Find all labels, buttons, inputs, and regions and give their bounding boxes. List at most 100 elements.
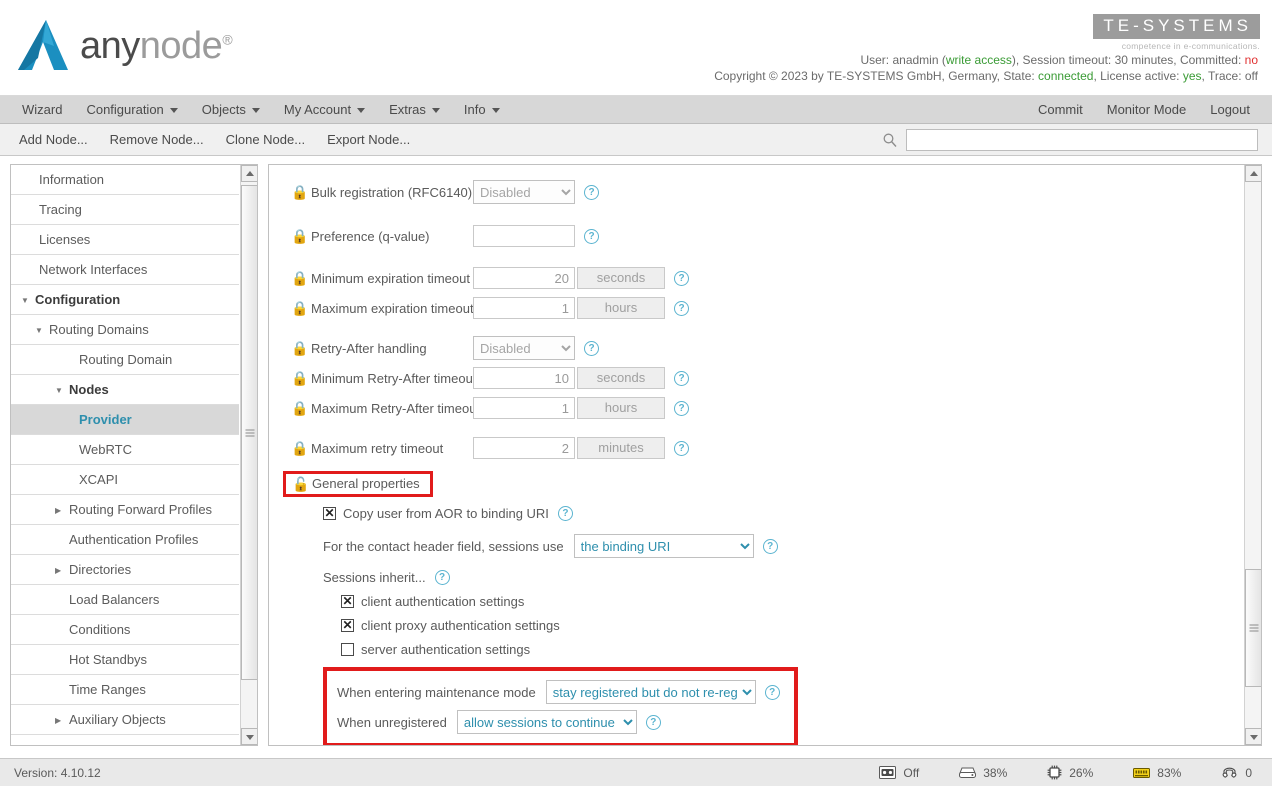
export-node-button[interactable]: Export Node... (316, 129, 421, 150)
sidebar-item-network-interfaces[interactable]: Network Interfaces (11, 255, 239, 285)
inherit-client-proxy-auth-checkbox[interactable] (341, 619, 354, 632)
inherit-client-auth-checkbox[interactable] (341, 595, 354, 608)
maximum-retry-after-input[interactable] (473, 397, 575, 419)
chevron-right-icon[interactable] (55, 497, 69, 525)
sidebar-scroll-down-button[interactable] (241, 728, 258, 745)
chevron-right-icon[interactable] (55, 557, 69, 585)
status-calls[interactable]: 0 (1201, 759, 1272, 786)
inherit-server-auth-checkbox[interactable] (341, 643, 354, 656)
arrow-up-icon (246, 171, 254, 176)
preference-input[interactable] (473, 225, 575, 247)
sidebar-item-xcapi[interactable]: XCAPI (11, 465, 239, 495)
sidebar-item-routing-domain[interactable]: Routing Domain (11, 345, 239, 375)
menu-item-commit[interactable]: Commit (1026, 98, 1095, 121)
help-icon[interactable]: ? (674, 271, 689, 286)
sidebar-scrollbar[interactable] (240, 165, 257, 745)
help-icon[interactable]: ? (584, 341, 599, 356)
sidebar-item-label: Routing Forward Profiles (69, 502, 212, 517)
sidebar-item-label: XCAPI (79, 472, 118, 487)
chevron-down-icon[interactable] (21, 287, 35, 315)
sidebar-item-directories[interactable]: Directories (11, 555, 239, 585)
help-icon[interactable]: ? (435, 570, 450, 585)
help-icon[interactable]: ? (584, 185, 599, 200)
help-icon[interactable]: ? (646, 715, 661, 730)
help-icon[interactable]: ? (765, 685, 780, 700)
sidebar-scroll-thumb[interactable] (241, 185, 258, 680)
chevron-down-icon[interactable] (55, 377, 69, 405)
sidebar-item-routing-forward-profiles[interactable]: Routing Forward Profiles (11, 495, 239, 525)
menu-item-wizard[interactable]: Wizard (10, 98, 74, 121)
add-node-button[interactable]: Add Node... (8, 129, 99, 150)
provider-settings-form: 🔒 Bulk registration (RFC6140) Disabled ?… (269, 165, 1241, 746)
spacer (291, 253, 1241, 263)
spacer (291, 323, 1241, 333)
retry-after-handling-select[interactable]: Disabled (473, 336, 575, 360)
anynode-logo[interactable]: anynode® (16, 16, 232, 76)
license-status: yes (1183, 69, 1202, 83)
sidebar-item-routing-domains[interactable]: Routing Domains (11, 315, 239, 345)
menu-item-objects[interactable]: Objects (190, 98, 272, 121)
sidebar-item-auxiliary-objects[interactable]: Auxiliary Objects (11, 705, 239, 735)
inherit-client-auth-label: client authentication settings (361, 594, 524, 609)
help-icon[interactable]: ? (674, 371, 689, 386)
field-contact-header: For the contact header field, sessions u… (291, 531, 1241, 561)
sessions-inherit-label: Sessions inherit... (323, 570, 426, 585)
sidebar-item-configuration[interactable]: Configuration (11, 285, 239, 315)
help-icon[interactable]: ? (558, 506, 573, 521)
field-minimum-retry-after-timeout: 🔒 Minimum Retry-After timeout seconds ? (291, 363, 1241, 393)
disk-value: 38% (983, 766, 1007, 780)
help-icon[interactable]: ? (674, 401, 689, 416)
when-unregistered-select[interactable]: allow sessions to continue (457, 710, 637, 734)
menu-item-logout[interactable]: Logout (1198, 98, 1262, 121)
sidebar-item-authentication-profiles[interactable]: Authentication Profiles (11, 525, 239, 555)
search-input[interactable] (906, 129, 1258, 151)
copy-user-checkbox[interactable] (323, 507, 336, 520)
field-label-wrap: 🔒 Retry-After handling (291, 341, 473, 356)
sidebar-item-hot-standbys[interactable]: Hot Standbys (11, 645, 239, 675)
menu-item-info[interactable]: Info (452, 98, 512, 121)
committed-status: no (1245, 53, 1258, 67)
maximum-expiration-input[interactable] (473, 297, 575, 319)
minimum-expiration-input[interactable] (473, 267, 575, 289)
help-icon[interactable]: ? (674, 301, 689, 316)
sidebar-scroll-up-button[interactable] (241, 165, 258, 182)
sidebar-item-load-balancers[interactable]: Load Balancers (11, 585, 239, 615)
content-scrollbar[interactable] (1244, 165, 1261, 745)
status-recording[interactable]: Off (859, 759, 939, 786)
menu-item-monitor-mode[interactable]: Monitor Mode (1095, 98, 1198, 121)
maintenance-mode-select[interactable]: stay registered but do not re-reg... (546, 680, 756, 704)
sidebar-item-nodes[interactable]: Nodes (11, 375, 239, 405)
field-minimum-expiration-timeout: 🔒 Minimum expiration timeout seconds ? (291, 263, 1241, 293)
help-icon[interactable]: ? (674, 441, 689, 456)
remove-node-button[interactable]: Remove Node... (99, 129, 215, 150)
chevron-down-icon[interactable] (35, 317, 49, 345)
chevron-right-icon[interactable] (55, 707, 69, 735)
help-icon[interactable]: ? (584, 229, 599, 244)
sidebar-item-time-ranges[interactable]: Time Ranges (11, 675, 239, 705)
sidebar-item-webrtc[interactable]: WebRTC (11, 435, 239, 465)
status-cpu[interactable]: 26% (1027, 759, 1113, 786)
search-icon[interactable] (882, 132, 898, 148)
contact-header-select[interactable]: the binding URI (574, 534, 754, 558)
general-properties-highlight[interactable]: 🔓 General properties (283, 471, 433, 497)
status-disk[interactable]: 38% (939, 759, 1027, 786)
clone-node-button[interactable]: Clone Node... (215, 129, 317, 150)
content-scroll-down-button[interactable] (1245, 728, 1262, 745)
status-memory[interactable]: 83% (1113, 759, 1201, 786)
search-area (882, 129, 1264, 151)
help-icon[interactable]: ? (763, 539, 778, 554)
minimum-retry-after-input[interactable] (473, 367, 575, 389)
menu-item-my-account[interactable]: My Account (272, 98, 377, 121)
menu-item-extras[interactable]: Extras (377, 98, 452, 121)
menu-item-configuration[interactable]: Configuration (74, 98, 189, 121)
content-scroll-thumb[interactable] (1245, 569, 1262, 687)
bulk-registration-select[interactable]: Disabled (473, 180, 575, 204)
application-window: anynode® TE-SYSTEMS competence in e-comm… (0, 0, 1272, 786)
maximum-retry-input[interactable] (473, 437, 575, 459)
sidebar-item-licenses[interactable]: Licenses (11, 225, 239, 255)
sidebar-item-provider[interactable]: Provider (11, 405, 239, 435)
sidebar-item-tracing[interactable]: Tracing (11, 195, 239, 225)
content-scroll-up-button[interactable] (1245, 165, 1262, 182)
sidebar-item-information[interactable]: Information (11, 165, 239, 195)
sidebar-item-conditions[interactable]: Conditions (11, 615, 239, 645)
